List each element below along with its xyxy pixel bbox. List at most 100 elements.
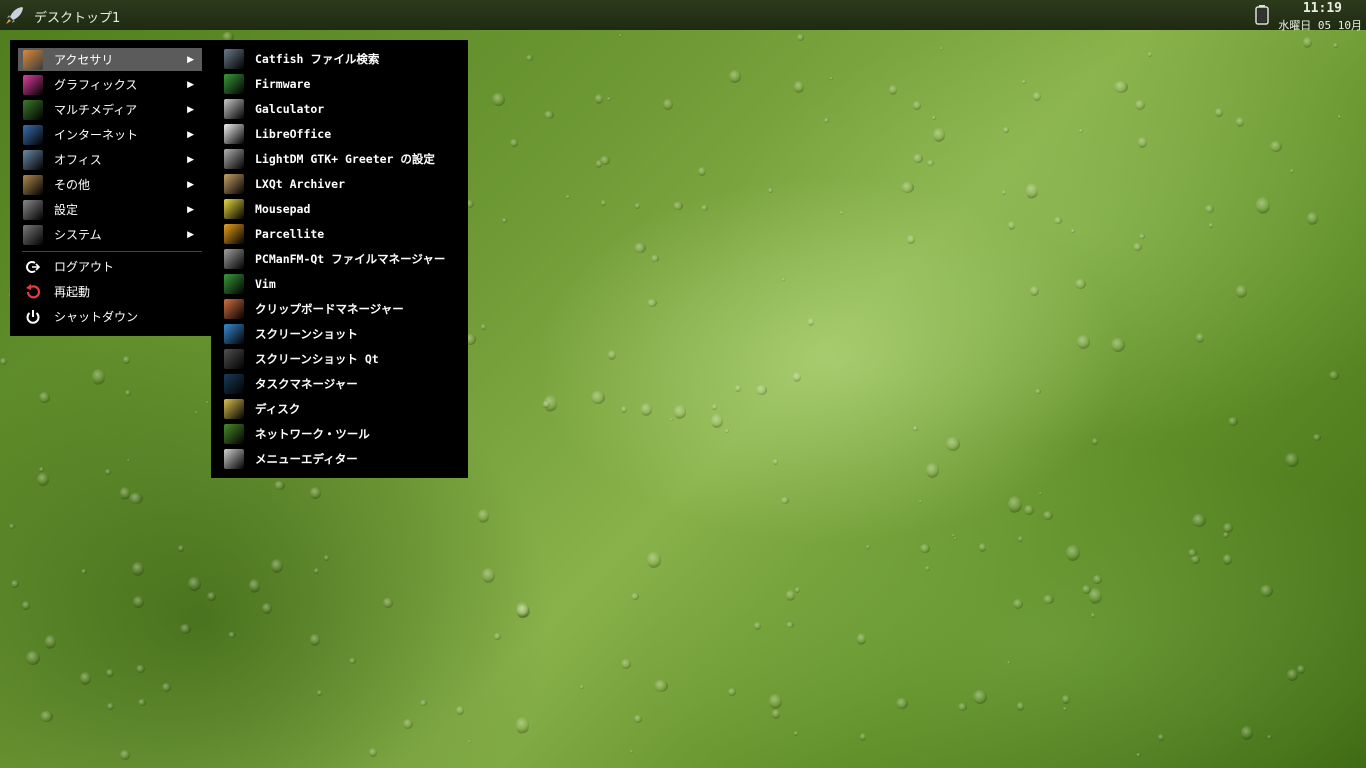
menu-item-galculator[interactable]: Galculator: [221, 97, 461, 121]
raindrop: [132, 562, 144, 576]
menu-item-menu-editor[interactable]: メニューエディター: [221, 447, 461, 471]
shutdown-button[interactable]: シャットダウン: [18, 305, 202, 328]
menu-item-screenshot-qt[interactable]: スクリーンショット Qt: [221, 347, 461, 371]
raindrop: [1303, 37, 1312, 49]
shutdown-icon: [26, 309, 40, 324]
menu-category-internet[interactable]: インターネット ▶: [18, 123, 202, 146]
menu-category-office[interactable]: オフィス ▶: [18, 148, 202, 171]
menu-item-network-tools[interactable]: ネットワーク・ツール: [221, 422, 461, 446]
raindrop: [1136, 753, 1141, 757]
menu-item-label: タスクマネージャー: [255, 377, 358, 391]
menu-item-disks[interactable]: ディスク: [221, 397, 461, 421]
battery-icon[interactable]: [1255, 5, 1269, 25]
menu-category-multimedia[interactable]: マルチメディア ▶: [18, 98, 202, 121]
raindrop: [641, 403, 652, 416]
submenu-arrow-icon: ▶: [187, 104, 194, 115]
raindrop: [913, 154, 923, 163]
menu-item-task-manager[interactable]: タスクマネージャー: [221, 372, 461, 396]
raindrop: [782, 278, 785, 281]
raindrop: [1223, 532, 1229, 538]
clock-date[interactable]: 水曜日 05 10月: [1278, 17, 1362, 33]
raindrop: [1329, 371, 1339, 381]
shutdown-label: シャットダウン: [54, 310, 139, 324]
menu-item-label: Galculator: [255, 102, 325, 116]
raindrop: [932, 116, 936, 120]
menu-category-label: グラフィックス: [54, 78, 138, 92]
raindrop: [913, 101, 921, 110]
raindrop: [107, 703, 114, 710]
raindrop: [403, 719, 413, 729]
menu-category-system[interactable]: システム ▶: [18, 223, 202, 246]
raindrop: [866, 545, 870, 549]
raindrop: [206, 401, 209, 404]
raindrop: [1063, 707, 1067, 711]
menu-category-label: アクセサリ: [54, 53, 114, 67]
raindrop: [1191, 555, 1200, 565]
raindrop: [9, 524, 15, 530]
menu-item-firmware[interactable]: Firmware: [221, 72, 461, 96]
menu-item-clipboard-manager[interactable]: クリップボードマネージャー: [221, 297, 461, 321]
menu-category-other[interactable]: その他 ▶: [18, 173, 202, 196]
raindrop: [901, 182, 914, 193]
raindrop: [634, 715, 642, 724]
rocket-icon[interactable]: [4, 4, 26, 26]
raindrop: [1035, 389, 1041, 394]
raindrop: [1008, 221, 1015, 230]
raindrop: [1026, 183, 1038, 199]
raindrop: [120, 487, 130, 500]
raindrop: [907, 235, 915, 244]
menu-separator: [22, 251, 202, 252]
raindrop: [595, 94, 603, 104]
menu-item-lightdm-settings[interactable]: LightDM GTK+ Greeter の設定: [221, 147, 461, 171]
raindrop: [324, 555, 329, 562]
menu-category-graphics[interactable]: グラフィックス ▶: [18, 73, 202, 96]
raindrop: [45, 635, 56, 649]
raindrop: [600, 156, 610, 166]
menu-item-screenshot[interactable]: スクリーンショット: [221, 322, 461, 346]
raindrop: [40, 711, 53, 722]
multimedia-icon: [23, 99, 43, 120]
menu-category-accessories[interactable]: アクセサリ ▶: [18, 48, 202, 71]
raindrop: [1008, 496, 1022, 514]
raindrop: [1223, 523, 1233, 534]
raindrop: [913, 426, 918, 432]
raindrop: [478, 509, 489, 523]
raindrop: [105, 469, 111, 476]
raindrop: [711, 414, 723, 429]
menu-item-mousepad[interactable]: Mousepad: [221, 197, 461, 221]
raindrop: [1092, 438, 1098, 446]
raindrop: [1236, 285, 1247, 298]
menu-item-label: メニューエディター: [255, 452, 358, 466]
menu-item-libreoffice[interactable]: LibreOffice: [221, 122, 461, 146]
menu-item-vim[interactable]: Vim: [221, 272, 461, 296]
menu-item-label: クリップボードマネージャー: [255, 302, 404, 316]
raindrop: [768, 188, 773, 194]
logout-button[interactable]: ログアウト: [18, 255, 202, 278]
menu-item-label: LightDM GTK+ Greeter の設定: [255, 152, 435, 166]
menu-item-pcmanfm-qt[interactable]: PCManFM-Qt ファイルマネージャー: [221, 247, 461, 271]
raindrop: [1158, 734, 1164, 742]
raindrop: [607, 97, 611, 101]
raindrop: [468, 740, 471, 743]
menu-item-lxqt-archiver[interactable]: LXQt Archiver: [221, 172, 461, 196]
menu-item-label: LXQt Archiver: [255, 177, 346, 191]
raindrop: [1215, 108, 1223, 117]
raindrop: [630, 750, 633, 753]
raindrop: [502, 218, 507, 223]
clock-time[interactable]: 11:19: [1303, 1, 1342, 16]
raindrop: [925, 566, 930, 571]
menu-item-parcellite[interactable]: Parcellite: [221, 222, 461, 246]
raindrop: [310, 487, 321, 499]
menu-category-settings[interactable]: 設定 ▶: [18, 198, 202, 221]
raindrop: [973, 690, 987, 704]
raindrop: [979, 543, 986, 552]
top-panel: デスクトップ1 11:19 水曜日 05 10月: [0, 0, 1366, 33]
raindrop: [271, 559, 283, 573]
menu-item-catfish[interactable]: Catfish ファイル検索: [221, 47, 461, 71]
desktop-name[interactable]: デスクトップ1: [34, 7, 120, 26]
raindrop: [1024, 505, 1034, 515]
raindrop: [1111, 338, 1125, 353]
submenu-arrow-icon: ▶: [187, 179, 194, 190]
reboot-button[interactable]: 再起動: [18, 280, 202, 303]
internet-icon: [23, 124, 43, 145]
